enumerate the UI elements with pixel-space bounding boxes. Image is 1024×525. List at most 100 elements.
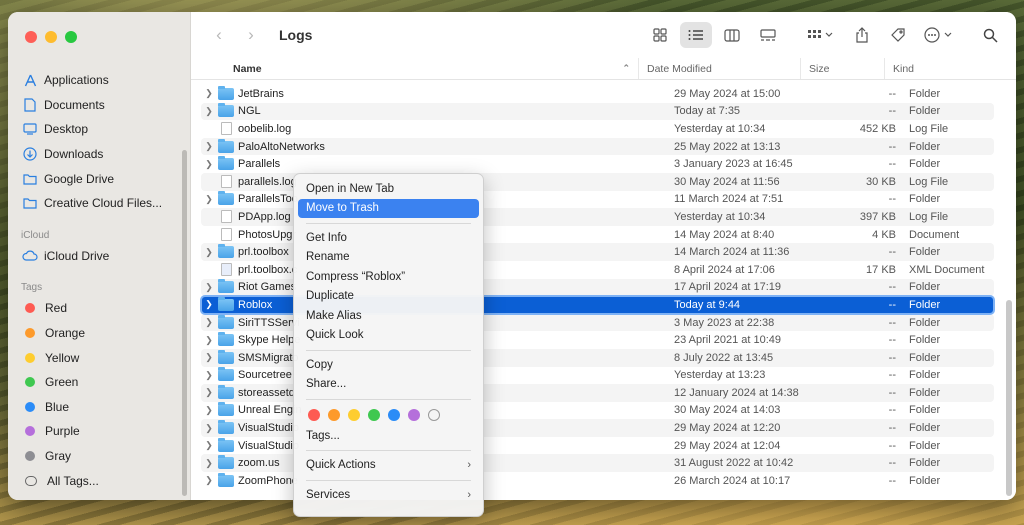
sidebar-tag-gray[interactable]: Gray: [8, 444, 190, 469]
disclosure-chevron-icon[interactable]: ❯: [203, 370, 215, 381]
menu-item-move-to-trash[interactable]: Move to Trash: [298, 198, 479, 218]
file-date: 14 March 2024 at 11:36: [674, 246, 790, 259]
disclosure-chevron-icon[interactable]: ❯: [203, 423, 215, 434]
file-kind: Log File: [909, 210, 949, 223]
file-name: PaloAltoNetworks: [238, 140, 325, 153]
menu-item-label: Quick Look: [306, 329, 364, 342]
sidebar-item-desktop[interactable]: Desktop: [8, 117, 190, 142]
menu-item-rename[interactable]: Rename: [298, 248, 479, 268]
disclosure-chevron-icon[interactable]: ❯: [203, 458, 215, 469]
disclosure-chevron-icon[interactable]: ❯: [203, 317, 215, 328]
sidebar-item-creative-cloud-files[interactable]: Creative Cloud Files...: [8, 191, 190, 216]
menu-item-make-alias[interactable]: Make Alias: [298, 306, 479, 326]
folder-icon: [22, 196, 38, 210]
document-icon: [221, 175, 232, 189]
file-date: 30 May 2024 at 11:56: [674, 175, 780, 188]
finder-window: Applications Documents Desktop Downloads Goo…: [8, 12, 1016, 500]
sidebar-tag-red[interactable]: Red: [8, 296, 190, 321]
sidebar-tag-yellow[interactable]: Yellow: [8, 345, 190, 370]
column-view-icon[interactable]: [716, 22, 748, 48]
table-row[interactable]: oobelib.log Yesterday at 10:34 452 KB Log F…: [201, 120, 994, 138]
disclosure-chevron-icon[interactable]: ❯: [203, 475, 215, 486]
file-kind: Folder: [909, 422, 941, 435]
disclosure-chevron-icon[interactable]: ❯: [203, 247, 215, 258]
table-row[interactable]: ❯ JetBrains 29 May 2024 at 15:00 -- Folder: [201, 85, 994, 103]
sidebar-scrollbar[interactable]: [182, 150, 187, 496]
table-row[interactable]: ❯ NGL Today at 7:35 -- Folder: [201, 102, 994, 121]
file-date: 12 January 2024 at 14:38: [674, 386, 799, 399]
search-icon[interactable]: [974, 22, 1006, 48]
sidebar-tag-label: Yellow: [45, 350, 80, 365]
sidebar-item-documents[interactable]: Documents: [8, 93, 190, 118]
close-button[interactable]: [25, 31, 37, 43]
disclosure-chevron-icon[interactable]: ❯: [203, 335, 215, 346]
tag-color-dot[interactable]: [368, 409, 380, 421]
disclosure-chevron-icon[interactable]: ❯: [203, 405, 215, 416]
sidebar-item-google-drive[interactable]: Google Drive: [8, 166, 190, 191]
group-by-icon[interactable]: [800, 22, 842, 48]
sidebar-item-applications[interactable]: Applications: [8, 68, 190, 93]
sidebar-tag-purple[interactable]: Purple: [8, 419, 190, 444]
table-row[interactable]: ❯ Parallels 3 January 2023 at 16:45 -- Folde…: [201, 155, 994, 173]
sidebar-tag-orange[interactable]: Orange: [8, 321, 190, 346]
sidebar-tag-all-tags[interactable]: All Tags...: [8, 468, 190, 493]
disclosure-chevron-icon[interactable]: ❯: [203, 141, 215, 152]
file-date: Yesterday at 10:34: [674, 122, 766, 135]
more-actions-icon[interactable]: [918, 22, 960, 48]
file-date: Yesterday at 13:23: [674, 369, 766, 382]
sidebar-tag-label: Purple: [45, 424, 80, 439]
folder-icon: [218, 314, 234, 329]
disclosure-chevron-icon[interactable]: ❯: [203, 106, 215, 117]
sidebar-tag-green[interactable]: Green: [8, 370, 190, 395]
forward-icon[interactable]: ›: [241, 25, 261, 45]
sidebar-item-downloads[interactable]: Downloads: [8, 142, 190, 167]
menu-item-open-in-new-tab[interactable]: Open in New Tab: [298, 179, 479, 199]
tag-color-dot[interactable]: [408, 409, 420, 421]
zoom-button[interactable]: [65, 31, 77, 43]
kind-column-header[interactable]: Kind: [885, 58, 1016, 79]
share-icon[interactable]: [846, 22, 878, 48]
menu-item-quick-actions[interactable]: Quick Actions ›: [298, 456, 479, 476]
menu-item-duplicate[interactable]: Duplicate: [298, 287, 479, 307]
menu-item-share[interactable]: Share...: [298, 375, 479, 395]
name-column-header[interactable]: Name ⌃: [191, 58, 639, 79]
disclosure-chevron-icon[interactable]: ❯: [203, 299, 215, 310]
disclosure-chevron-icon[interactable]: ❯: [203, 159, 215, 170]
menu-item-services[interactable]: Services ›: [298, 485, 479, 505]
tag-color-dot[interactable]: [308, 409, 320, 421]
table-row[interactable]: ❯ PaloAltoNetworks 25 May 2022 at 13:13 -- F…: [201, 137, 994, 156]
tag-color-dot[interactable]: [428, 409, 440, 421]
menu-item-tags[interactable]: Tags...: [298, 426, 479, 446]
disclosure-chevron-icon[interactable]: ❯: [203, 88, 215, 99]
tag-color-dot[interactable]: [328, 409, 340, 421]
menu-item-compress-roblox[interactable]: Compress “Roblox”: [298, 267, 479, 287]
minimize-button[interactable]: [45, 31, 57, 43]
disclosure-chevron-icon[interactable]: ❯: [203, 352, 215, 363]
disclosure-chevron-icon[interactable]: ❯: [203, 282, 215, 293]
file-date: 26 March 2024 at 10:17: [674, 474, 791, 487]
tag-icon[interactable]: [882, 22, 914, 48]
sidebar-item-icloud-drive[interactable]: iCloud Drive: [8, 244, 190, 269]
menu-item-quick-look[interactable]: Quick Look: [298, 326, 479, 346]
sidebar-tag-blue[interactable]: Blue: [8, 395, 190, 420]
sort-chevron-up-icon: ⌃: [622, 63, 630, 73]
date-column-header[interactable]: Date Modified: [639, 58, 801, 79]
disclosure-chevron-icon[interactable]: ❯: [203, 194, 215, 205]
menu-item-get-info[interactable]: Get Info: [298, 228, 479, 248]
file-size: --: [888, 193, 896, 206]
back-icon[interactable]: ‹: [209, 25, 229, 45]
icon-view-icon[interactable]: [644, 22, 676, 48]
sidebar-item-label: Documents: [44, 97, 105, 112]
file-kind: Folder: [909, 369, 941, 382]
name-column-label: Name: [233, 62, 262, 75]
file-list-scrollbar[interactable]: [1006, 300, 1012, 496]
list-view-icon[interactable]: [680, 22, 712, 48]
tag-color-dot[interactable]: [388, 409, 400, 421]
menu-item-copy[interactable]: Copy: [298, 355, 479, 375]
disclosure-chevron-icon[interactable]: ❯: [203, 440, 215, 451]
size-column-header[interactable]: Size: [801, 58, 885, 79]
file-size: --: [888, 87, 896, 100]
tag-color-dot[interactable]: [348, 409, 360, 421]
gallery-view-icon[interactable]: [752, 22, 784, 48]
disclosure-chevron-icon[interactable]: ❯: [203, 387, 215, 398]
